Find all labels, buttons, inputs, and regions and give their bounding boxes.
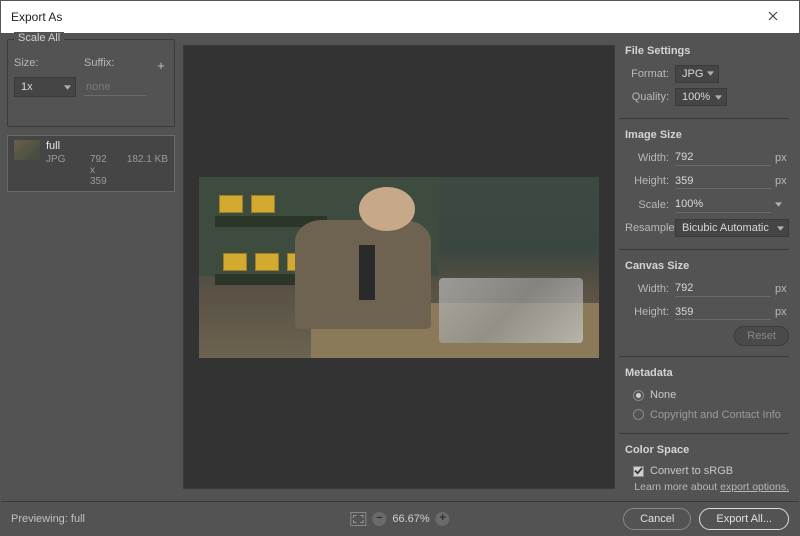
- preview-panel: [179, 33, 619, 501]
- cancel-button[interactable]: Cancel: [623, 508, 691, 530]
- fit-icon: [353, 515, 363, 523]
- asset-thumbnail: [14, 140, 40, 160]
- scale-all-title: Scale All: [14, 32, 64, 44]
- unit-px: px: [771, 306, 789, 318]
- radio-icon: [633, 390, 644, 401]
- chevron-down-icon: [777, 226, 784, 231]
- close-icon: [768, 10, 778, 24]
- reset-button[interactable]: Reset: [734, 326, 789, 346]
- convert-srgb-checkbox[interactable]: Convert to sRGB: [625, 462, 789, 482]
- left-panel: Scale All Size: Suffix: + 1x: [1, 33, 179, 501]
- learn-more: Learn more about export options.: [625, 481, 789, 495]
- canvas-width-label: Width:: [625, 283, 675, 295]
- asset-item[interactable]: full JPG 792 x 359 182.1 KB: [7, 135, 175, 192]
- suffix-label: Suffix:: [84, 57, 146, 69]
- dialog-body: Scale All Size: Suffix: + 1x: [1, 33, 799, 501]
- canvas-height-input[interactable]: [675, 304, 771, 320]
- img-height-label: Height:: [625, 175, 675, 187]
- chevron-down-icon: [715, 95, 722, 100]
- scale-input[interactable]: [675, 197, 771, 213]
- img-height-input[interactable]: [675, 173, 771, 189]
- img-width-input[interactable]: [675, 150, 771, 166]
- previewing-name: full: [71, 513, 85, 525]
- asset-name: full: [46, 140, 168, 152]
- quality-select[interactable]: 100%: [675, 88, 727, 106]
- suffix-input[interactable]: [84, 78, 146, 96]
- asset-info: full JPG 792 x 359 182.1 KB: [46, 140, 168, 187]
- radio-copyright-label: Copyright and Contact Info: [650, 409, 781, 421]
- canvas-size-title: Canvas Size: [625, 260, 789, 272]
- zoom-in-button[interactable]: +: [436, 512, 450, 526]
- file-settings-title: File Settings: [625, 45, 789, 57]
- zoom-out-button[interactable]: −: [372, 512, 386, 526]
- canvas-width-input[interactable]: [675, 281, 771, 297]
- unit-px: px: [771, 283, 789, 295]
- resample-label: Resample:: [625, 222, 675, 234]
- zoom-fit-button[interactable]: [350, 512, 366, 526]
- img-width-label: Width:: [625, 152, 675, 164]
- asset-list: full JPG 792 x 359 182.1 KB: [7, 135, 175, 192]
- convert-srgb-label: Convert to sRGB: [650, 465, 733, 477]
- previewing-status: Previewing: full: [11, 513, 85, 525]
- checkbox-icon: [633, 466, 644, 477]
- export-all-button[interactable]: Export All...: [699, 508, 789, 530]
- scale-all-group: Scale All Size: Suffix: + 1x: [7, 39, 175, 127]
- scale-label: Scale:: [625, 199, 675, 211]
- metadata-title: Metadata: [625, 367, 789, 379]
- metadata-none-radio[interactable]: None: [625, 385, 789, 405]
- zoom-controls: − 66.67% +: [350, 512, 449, 526]
- chevron-down-icon: [707, 71, 714, 76]
- format-select[interactable]: JPG: [675, 65, 719, 83]
- canvas-height-label: Height:: [625, 306, 675, 318]
- format-label: Format:: [625, 68, 675, 80]
- radio-none-label: None: [650, 389, 676, 401]
- titlebar: Export As: [1, 1, 799, 33]
- right-panel: File Settings Format: JPG Quality: 100%: [619, 33, 799, 501]
- unit-px: px: [771, 152, 789, 164]
- unit-px: px: [771, 175, 789, 187]
- size-label: Size:: [14, 57, 76, 69]
- zoom-value: 66.67%: [392, 513, 429, 525]
- radio-icon: [633, 409, 644, 420]
- size-value: 1x: [21, 81, 33, 93]
- export-options-link[interactable]: export options.: [720, 481, 789, 493]
- chevron-down-icon: [64, 85, 71, 90]
- preview-image: [199, 177, 599, 358]
- close-button[interactable]: [753, 1, 793, 33]
- asset-format: JPG: [46, 154, 76, 187]
- quality-label: Quality:: [625, 91, 675, 103]
- size-select[interactable]: 1x: [14, 77, 76, 97]
- color-space-title: Color Space: [625, 444, 789, 456]
- preview-viewport[interactable]: [183, 45, 615, 489]
- metadata-copyright-radio[interactable]: Copyright and Contact Info: [625, 405, 789, 425]
- resample-select[interactable]: Bicubic Automatic: [675, 219, 789, 237]
- dialog-title: Export As: [11, 10, 753, 24]
- image-size-title: Image Size: [625, 129, 789, 141]
- footer: Previewing: full − 66.67% + Cancel Expor…: [1, 501, 799, 535]
- add-size-button[interactable]: +: [154, 58, 168, 73]
- asset-filesize: 182.1 KB: [127, 154, 168, 187]
- export-as-dialog: Export As Scale All Size: Suffix: +: [0, 0, 800, 536]
- chevron-down-icon[interactable]: [771, 202, 789, 207]
- asset-dimensions: 792 x 359: [90, 154, 113, 187]
